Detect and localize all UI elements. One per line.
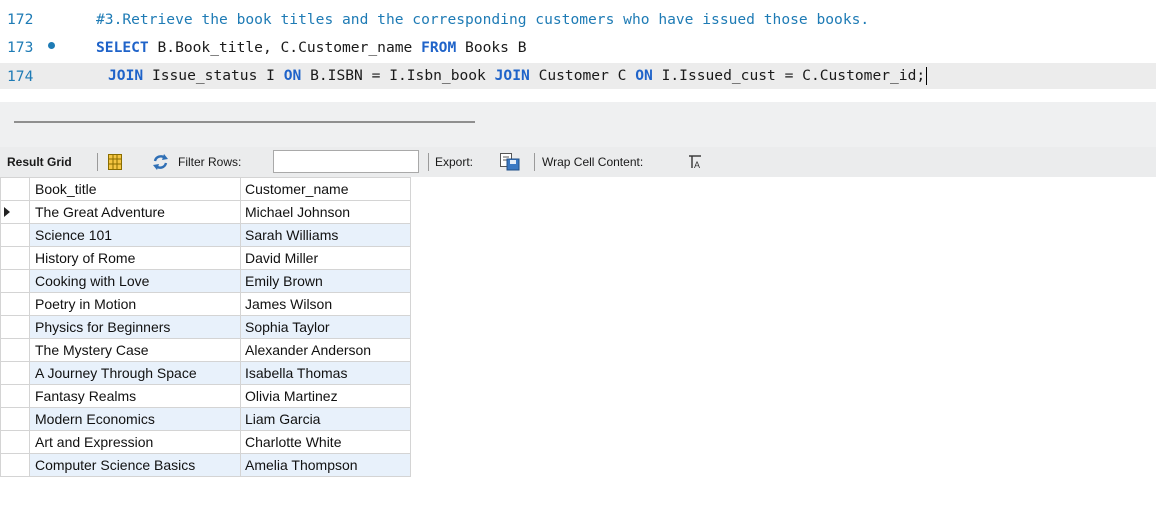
code-fragment: Customer C xyxy=(529,67,636,84)
line-number: 172 xyxy=(7,10,34,28)
row-selector[interactable] xyxy=(0,384,30,408)
filter-rows-input[interactable] xyxy=(273,150,419,173)
export-label: Export: xyxy=(435,155,474,169)
code-text: JOIN Issue_status I ON B.ISBN = I.Isbn_b… xyxy=(96,67,931,85)
table-row[interactable]: Fantasy Realms Olivia Martinez xyxy=(0,384,411,408)
filter-rows-label-wrap: Filter Rows: xyxy=(178,147,241,177)
table-header-row: Book_title Customer_name xyxy=(0,177,411,201)
cell-book-title[interactable]: A Journey Through Space xyxy=(29,361,241,385)
table-row[interactable]: Science 101 Sarah Williams xyxy=(0,223,411,247)
cell-customer-name[interactable]: Liam Garcia xyxy=(240,407,411,431)
keyword-select: SELECT xyxy=(96,38,149,56)
table-row[interactable]: Computer Science Basics Amelia Thompson xyxy=(0,453,411,477)
text-caret xyxy=(926,67,928,85)
toolbar-divider xyxy=(97,153,98,171)
cell-customer-name[interactable]: Sarah Williams xyxy=(240,223,411,247)
keyword-from: FROM xyxy=(421,38,457,56)
row-selector[interactable] xyxy=(0,407,30,431)
column-header-book-title[interactable]: Book_title xyxy=(29,177,241,201)
code-line-174: 174 JOIN Issue_status I ON B.ISBN = I.Is… xyxy=(0,63,1156,89)
cell-book-title[interactable]: Art and Expression xyxy=(29,430,241,454)
cell-book-title[interactable]: Computer Science Basics xyxy=(29,453,241,477)
cell-customer-name[interactable]: Isabella Thomas xyxy=(240,361,411,385)
cell-customer-name[interactable]: Olivia Martinez xyxy=(240,384,411,408)
table-row[interactable]: Modern Economics Liam Garcia xyxy=(0,407,411,431)
row-selector[interactable] xyxy=(0,453,30,477)
code-text: SELECT B.Book_title, C.Customer_name FRO… xyxy=(96,39,527,56)
code-line-172: 172 #3.Retrieve the book titles and the … xyxy=(0,6,1156,32)
cell-book-title[interactable]: Modern Economics xyxy=(29,407,241,431)
current-row-arrow-icon xyxy=(4,207,10,217)
cell-customer-name[interactable]: David Miller xyxy=(240,246,411,270)
cell-customer-name[interactable]: Amelia Thompson xyxy=(240,453,411,477)
cell-customer-name[interactable]: Sophia Taylor xyxy=(240,315,411,339)
row-header-corner xyxy=(0,177,30,201)
statement-marker-icon xyxy=(48,42,55,49)
code-fragment: B.ISBN = I.Isbn_book xyxy=(301,67,495,84)
code-fragment: Issue_status I xyxy=(143,67,284,84)
filter-rows-label: Filter Rows: xyxy=(178,155,242,169)
keyword-join: JOIN xyxy=(108,67,144,84)
toolbar-divider xyxy=(534,153,535,171)
result-table: Book_title Customer_name The Great Adven… xyxy=(0,177,411,477)
table-row[interactable]: Cooking with Love Emily Brown xyxy=(0,269,411,293)
row-selector[interactable] xyxy=(0,338,30,362)
svg-text:A: A xyxy=(694,160,700,169)
row-selector[interactable] xyxy=(0,246,30,270)
export-label-wrap: Export: xyxy=(435,147,473,177)
line-number: 174 xyxy=(7,67,34,85)
cell-customer-name[interactable]: Emily Brown xyxy=(240,269,411,293)
row-selector[interactable] xyxy=(0,315,30,339)
code-fragment: Books B xyxy=(456,38,527,56)
row-selector[interactable] xyxy=(0,292,30,316)
row-selector[interactable] xyxy=(0,200,30,224)
cell-book-title[interactable]: The Mystery Case xyxy=(29,338,241,362)
cell-book-title[interactable]: Cooking with Love xyxy=(29,269,241,293)
wrap-cell-label: Wrap Cell Content: xyxy=(542,155,644,169)
cell-customer-name[interactable]: James Wilson xyxy=(240,292,411,316)
splitter-handle[interactable] xyxy=(14,121,475,123)
cell-book-title[interactable]: Physics for Beginners xyxy=(29,315,241,339)
wrap-cell-toggle-icon[interactable]: A xyxy=(689,155,701,172)
row-selector[interactable] xyxy=(0,269,30,293)
cell-customer-name[interactable]: Alexander Anderson xyxy=(240,338,411,362)
result-grid-tab[interactable]: Result Grid xyxy=(7,147,72,177)
cell-book-title[interactable]: The Great Adventure xyxy=(29,200,241,224)
cell-book-title[interactable]: Fantasy Realms xyxy=(29,384,241,408)
table-row[interactable]: A Journey Through Space Isabella Thomas xyxy=(0,361,411,385)
table-row[interactable]: Physics for Beginners Sophia Taylor xyxy=(0,315,411,339)
table-row[interactable]: History of Rome David Miller xyxy=(0,246,411,270)
keyword-on: ON xyxy=(283,67,302,84)
wrap-cell-label-wrap: Wrap Cell Content: xyxy=(542,147,643,177)
code-fragment: B.Book_title, C.Customer_name xyxy=(148,38,422,56)
line-number: 173 xyxy=(7,38,34,56)
table-row[interactable]: Poetry in Motion James Wilson xyxy=(0,292,411,316)
cell-customer-name[interactable]: Charlotte White xyxy=(240,430,411,454)
table-row[interactable]: Art and Expression Charlotte White xyxy=(0,430,411,454)
result-toolbar: Result Grid Filter Rows: Export: Wrap Ce… xyxy=(0,147,1156,177)
panel-splitter[interactable] xyxy=(0,102,1156,147)
cell-book-title[interactable]: Poetry in Motion xyxy=(29,292,241,316)
keyword-on: ON xyxy=(635,67,653,84)
result-grid-label: Result Grid xyxy=(7,155,72,169)
row-selector[interactable] xyxy=(0,223,30,247)
cell-book-title[interactable]: History of Rome xyxy=(29,246,241,270)
column-header-customer-name[interactable]: Customer_name xyxy=(240,177,411,201)
code-line-173: 173 SELECT B.Book_title, C.Customer_name… xyxy=(0,34,1156,60)
keyword-join: JOIN xyxy=(494,67,530,84)
code-comment: #3.Retrieve the book titles and the corr… xyxy=(96,10,870,28)
sql-editor[interactable]: 172 #3.Retrieve the book titles and the … xyxy=(0,0,1156,102)
code-fragment: I.Issued_cust = C.Customer_id; xyxy=(652,67,926,84)
row-selector[interactable] xyxy=(0,430,30,454)
table-row[interactable]: The Mystery Case Alexander Anderson xyxy=(0,338,411,362)
toolbar-divider xyxy=(428,153,429,171)
export-icon[interactable] xyxy=(500,153,520,174)
cell-book-title[interactable]: Science 101 xyxy=(29,223,241,247)
result-grid[interactable]: Book_title Customer_name The Great Adven… xyxy=(0,177,411,477)
table-row[interactable]: The Great Adventure Michael Johnson xyxy=(0,200,411,224)
cell-customer-name[interactable]: Michael Johnson xyxy=(240,200,411,224)
grid-view-icon[interactable] xyxy=(108,154,122,173)
row-selector[interactable] xyxy=(0,361,30,385)
filter-refresh-icon[interactable] xyxy=(152,154,169,173)
